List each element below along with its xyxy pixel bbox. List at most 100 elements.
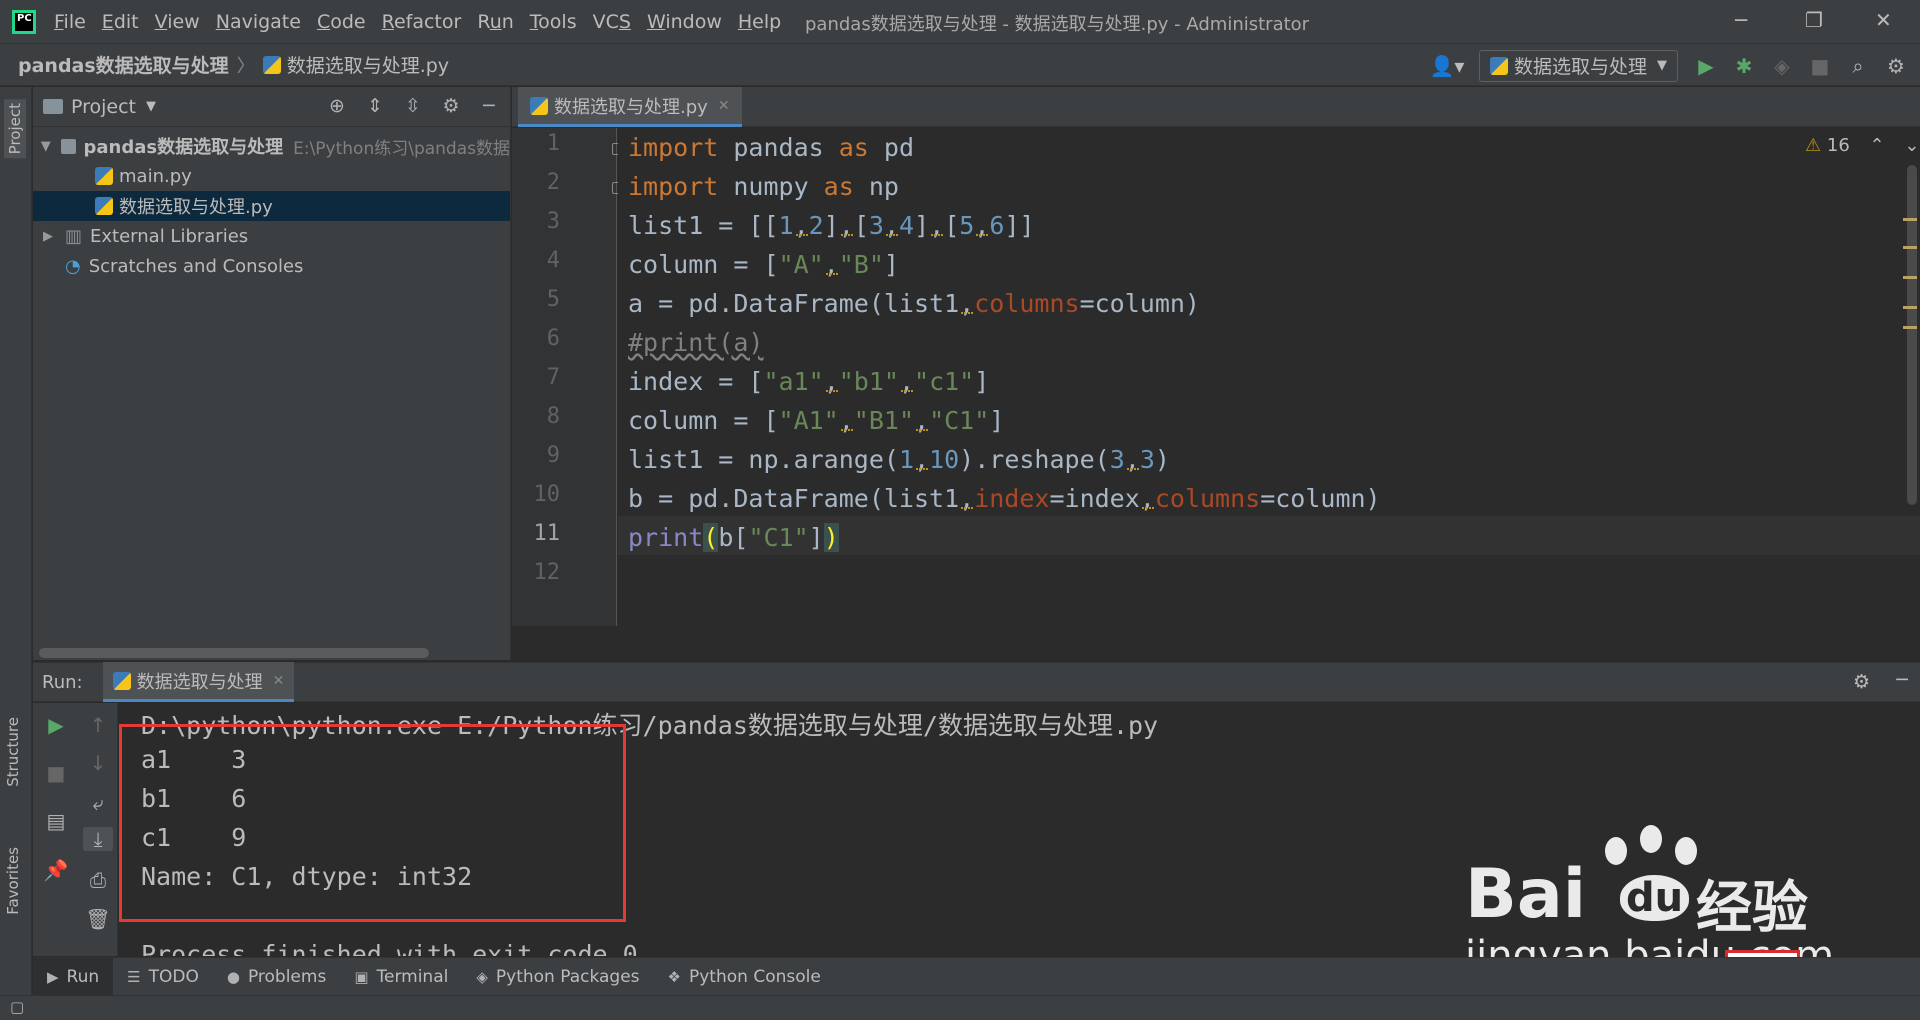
tool-tab-python-packages[interactable]: ◈ Python Packages [462,958,653,996]
warning-stripe-marker[interactable] [1903,276,1917,279]
chevron-down-icon[interactable]: ▼ [146,99,156,114]
editor-vertical-scrollbar[interactable] [1907,165,1917,505]
breadcrumb-file[interactable]: 数据选取与处理.py [262,51,450,78]
menu-file[interactable]: File [54,11,86,33]
debug-icon[interactable]: ✱ [1730,52,1758,80]
run-config-dropdown[interactable]: 数据选取与处理 ▼ [1478,49,1678,82]
info-icon: ● [226,967,240,986]
close-tab-icon[interactable]: ✕ [718,98,730,114]
close-window-icon[interactable]: ✕ [1875,8,1892,32]
menu-bar: File Edit View Navigate Code Refactor Ru… [54,11,797,33]
menu-tools[interactable]: Tools [530,11,577,33]
breadcrumb-file-label: 数据选取与处理.py [286,55,450,77]
left-tool-stripe: Project Structure Favorites [0,87,32,997]
stop-icon[interactable]: ■ [1806,52,1834,80]
tool-tab-problems[interactable]: ● Problems [213,958,340,996]
tree-root-label: pandas数据选取与处理 [83,137,284,158]
editor-tab-label: 数据选取与处理.py [554,96,708,118]
pin-icon[interactable]: 📌 [41,858,71,882]
code-line-10: b = pd.DataFrame(list1,index=index,colum… [628,484,1381,513]
trash-icon[interactable]: 🗑 [83,907,113,931]
line-number: 4 [546,248,560,273]
tool-tab-label: Python Packages [495,966,640,987]
soft-wrap-icon[interactable]: ⤶ [83,791,113,815]
collapse-all-icon[interactable]: ⇳ [400,95,426,117]
python-file-icon [530,96,548,115]
terminal-icon: ▣ [354,967,369,986]
hide-panel-icon[interactable]: ─ [1897,669,1908,691]
tool-tab-run[interactable]: ▶ Run [33,957,114,996]
layout-icon[interactable]: ▤ [41,809,71,833]
minimize-icon[interactable]: ─ [1735,8,1747,32]
structure-tool-tab[interactable]: Structure [4,717,22,787]
chevron-up-icon[interactable]: ⌃ [1870,135,1885,156]
warning-stripe-marker[interactable] [1903,218,1917,221]
menu-code[interactable]: Code [317,11,366,33]
tool-tab-python-console[interactable]: ❖ Python Console [654,958,835,996]
project-tool-tab[interactable]: Project [4,99,26,159]
warning-icon: ⚠ [1805,135,1822,156]
warning-stripe-marker[interactable] [1903,246,1917,249]
status-bar: ▢ [0,995,1920,1020]
python-file-icon [95,167,113,185]
locate-file-icon[interactable]: ⊕ [324,95,350,117]
toggle-tool-windows-icon[interactable]: ▢ [10,998,24,1016]
run-icon[interactable]: ▶ [1692,52,1720,80]
search-icon[interactable]: ⌕ [1844,52,1872,80]
hide-panel-icon[interactable]: ─ [476,95,502,117]
menu-navigate[interactable]: Navigate [216,11,301,33]
code-editor[interactable]: import pandas as pd import numpy as np l… [618,128,1920,626]
tree-item-scratches[interactable]: ◔ Scratches and Consoles [33,251,510,281]
run-toolbar-primary: ▶ ■ ▤ 📌 [33,703,78,956]
tree-item-label: 数据选取与处理.py [119,197,273,218]
panel-settings-gear-icon[interactable]: ⚙ [438,95,464,117]
chevron-down-icon[interactable]: ⌄ [1904,135,1919,156]
run-panel-header: Run: 数据选取与处理 ✕ ⚙ ─ [33,662,1920,702]
python-file-icon [262,55,281,74]
stop-icon[interactable]: ■ [41,761,71,785]
close-tab-icon[interactable]: ✕ [273,673,285,689]
inspections-widget[interactable]: ⚠ 16 ⌃ ⌄ [1805,135,1919,156]
menu-window[interactable]: Window [647,11,722,33]
run-settings-gear-icon[interactable]: ⚙ [1853,671,1870,693]
tool-tab-todo[interactable]: ☰ TODO [113,958,213,996]
warning-stripe-marker[interactable] [1903,326,1917,329]
code-line-1: import pandas as pd [628,133,914,162]
coverage-icon[interactable]: ◈ [1768,52,1796,80]
menu-run[interactable]: Run [477,11,513,33]
tree-item-selected-file[interactable]: 数据选取与处理.py [33,191,510,221]
breadcrumb-project[interactable]: pandas数据选取与处理 [18,51,229,78]
line-number: 6 [546,326,560,351]
scroll-to-end-icon[interactable]: ⤓ [83,827,113,851]
breadcrumb-separator-icon: 〉 [236,55,255,77]
user-account-icon[interactable]: 👤▾ [1425,52,1469,80]
python-file-icon [112,671,131,690]
tool-tab-terminal[interactable]: ▣ Terminal [340,958,462,996]
horizontal-scrollbar[interactable] [39,648,429,658]
favorites-tool-tab[interactable]: Favorites [4,847,22,915]
line-number: 7 [546,365,560,390]
python-config-icon [1489,56,1508,75]
rerun-icon[interactable]: ▶ [41,713,71,737]
navigation-bar: pandas数据选取与处理 〉 数据选取与处理.py 👤▾ 数据选取与处理 ▼ … [0,43,1920,86]
menu-help[interactable]: Help [738,11,781,33]
restore-icon[interactable]: ❐ [1805,8,1823,32]
editor-tab-bar: 数据选取与处理.py ✕ [512,87,1920,127]
menu-refactor[interactable]: Refactor [382,11,462,33]
menu-view[interactable]: View [155,11,200,33]
arrow-up-icon[interactable]: ↑ [83,713,113,737]
settings-gear-icon[interactable]: ⚙ [1882,52,1910,80]
warning-stripe-marker[interactable] [1903,306,1917,309]
tree-item-external-libraries[interactable]: ▶ ▥ External Libraries [33,221,510,251]
tree-item-label: main.py [119,165,192,187]
menu-vcs[interactable]: VCS [593,11,631,33]
arrow-down-icon[interactable]: ↓ [83,751,113,775]
tree-item-project-root[interactable]: ▼ pandas数据选取与处理 E:\Python练习\pandas数据 [33,131,510,161]
print-icon[interactable]: ⎙ [83,868,113,892]
tree-item-main-py[interactable]: main.py [33,161,510,191]
project-panel-title[interactable]: Project [71,96,136,118]
run-tab[interactable]: 数据选取与处理 ✕ [102,662,295,702]
menu-edit[interactable]: Edit [102,11,139,33]
editor-tab-active[interactable]: 数据选取与处理.py ✕ [518,87,742,127]
expand-all-icon[interactable]: ⇕ [362,95,388,117]
